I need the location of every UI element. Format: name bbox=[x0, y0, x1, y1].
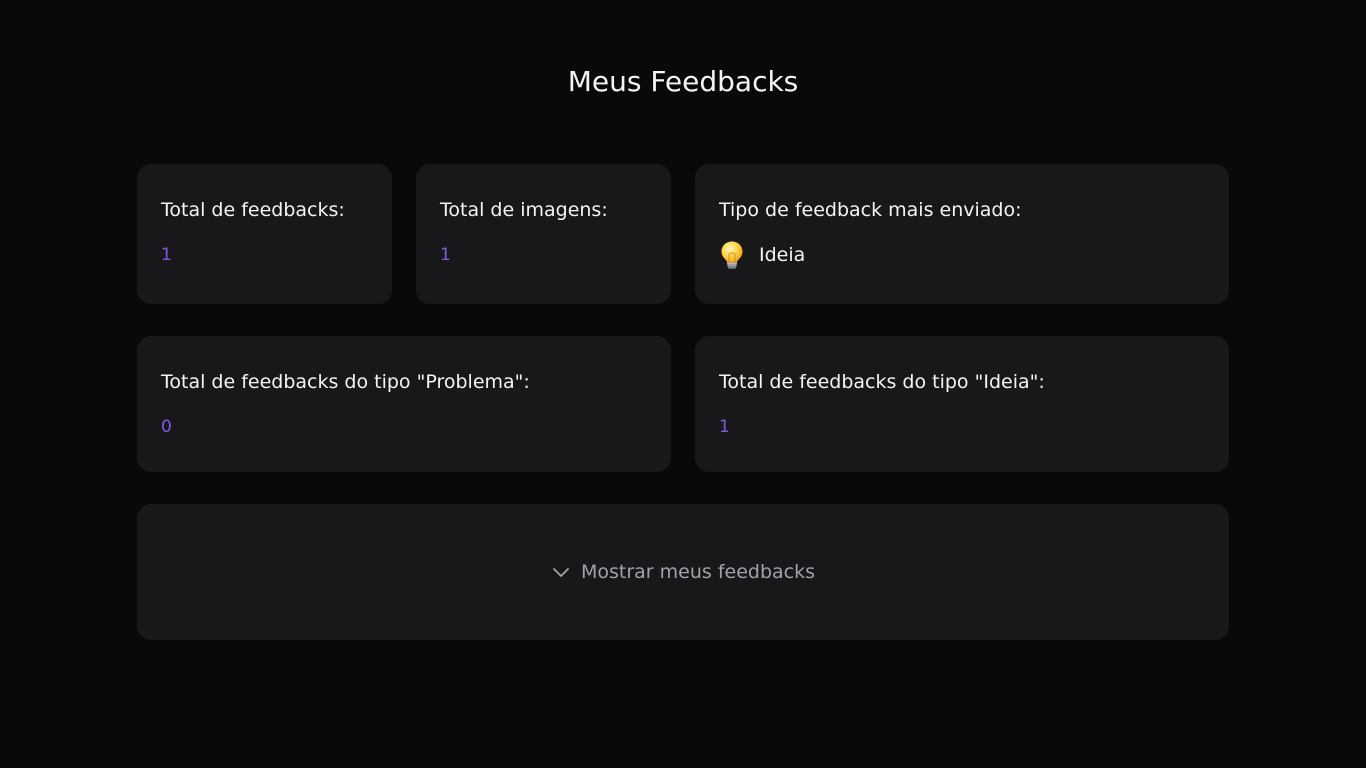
total-feedbacks-label: Total de feedbacks: bbox=[161, 199, 345, 221]
total-images-label: Total de imagens: bbox=[440, 199, 608, 221]
problem-count-label: Total de feedbacks do tipo "Problema": bbox=[161, 371, 530, 393]
idea-count-card: Total de feedbacks do tipo "Ideia": 1 bbox=[695, 336, 1229, 472]
chevron-down-icon bbox=[551, 562, 571, 582]
show-feedbacks-toggle[interactable]: Mostrar meus feedbacks bbox=[137, 504, 1229, 640]
most-sent-type-label: Tipo de feedback mais enviado: bbox=[719, 199, 1022, 221]
total-images-card: Total de imagens: 1 bbox=[416, 164, 671, 304]
page-title: Meus Feedbacks bbox=[567, 65, 799, 98]
most-sent-type-row: Ideia bbox=[719, 240, 805, 270]
problem-count-card: Total de feedbacks do tipo "Problema": 0 bbox=[137, 336, 671, 472]
total-feedbacks-value: 1 bbox=[161, 245, 172, 265]
idea-count-value: 1 bbox=[719, 417, 730, 437]
lightbulb-icon bbox=[719, 240, 745, 270]
show-feedbacks-label[interactable]: Mostrar meus feedbacks bbox=[581, 560, 815, 584]
most-sent-type-card: Tipo de feedback mais enviado: Ideia bbox=[695, 164, 1229, 304]
idea-count-label: Total de feedbacks do tipo "Ideia": bbox=[719, 371, 1045, 393]
total-feedbacks-card: Total de feedbacks: 1 bbox=[137, 164, 392, 304]
most-sent-type-value: Ideia bbox=[759, 244, 806, 266]
problem-count-value: 0 bbox=[161, 417, 172, 437]
show-feedbacks-toggle-content[interactable]: Mostrar meus feedbacks bbox=[551, 560, 815, 584]
total-images-value: 1 bbox=[440, 245, 451, 265]
